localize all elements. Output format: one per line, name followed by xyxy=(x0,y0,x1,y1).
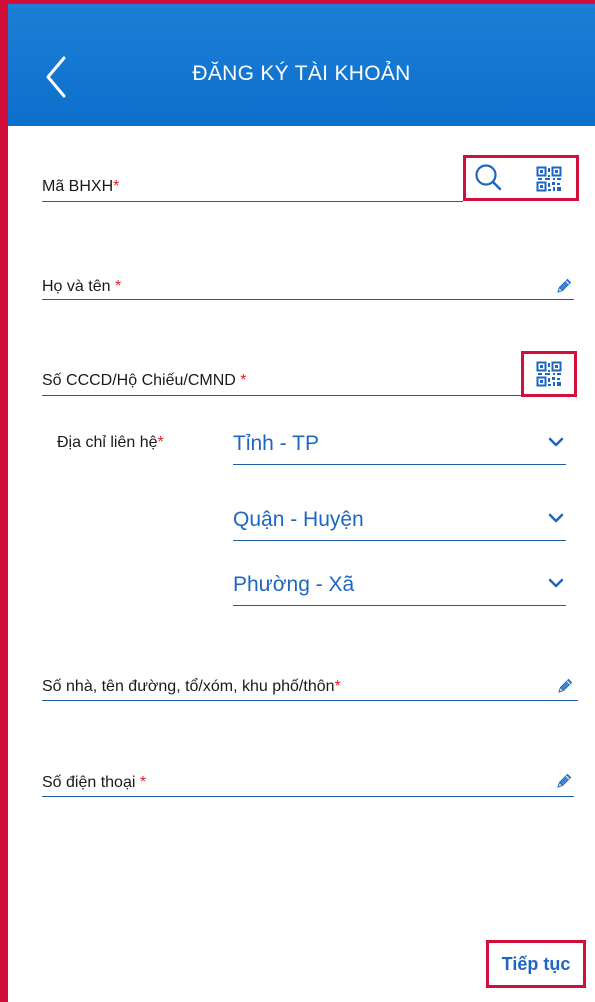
full-name-label: Họ và tên * xyxy=(42,278,122,295)
district-select-value: Quận - Huyện xyxy=(233,508,364,531)
chevron-down-icon xyxy=(548,437,564,447)
pencil-icon[interactable] xyxy=(555,772,573,790)
ward-select-value: Phường - Xã xyxy=(233,573,355,596)
pencil-icon[interactable] xyxy=(556,677,574,695)
required-mark: * xyxy=(113,178,120,195)
chevron-down-icon xyxy=(548,513,564,523)
full-name-underline xyxy=(42,299,574,300)
required-mark: * xyxy=(114,278,122,295)
address-label: Địa chỉ liên hệ* xyxy=(57,434,164,451)
phone-label: Số điện thoại * xyxy=(42,774,147,791)
street-field[interactable]: Số nhà, tên đường, tổ/xóm, khu phố/thôn* xyxy=(42,656,580,706)
ward-underline xyxy=(233,605,566,606)
required-mark: * xyxy=(139,774,147,791)
bhxh-underline xyxy=(42,201,463,202)
district-select[interactable]: Quận - Huyện xyxy=(233,500,566,541)
search-icon[interactable] xyxy=(473,162,503,194)
full-name-field[interactable]: Họ và tên * xyxy=(42,254,580,304)
district-underline xyxy=(233,540,566,541)
required-mark: * xyxy=(157,434,164,451)
province-select[interactable]: Tỉnh - TP xyxy=(233,424,566,465)
bhxh-label: Mã BHXH* xyxy=(42,178,120,195)
province-select-value: Tỉnh - TP xyxy=(233,432,319,455)
highlight-frame-left xyxy=(0,0,8,1002)
street-underline xyxy=(42,700,578,701)
qr-code-icon[interactable] xyxy=(536,166,562,192)
required-mark: * xyxy=(334,678,341,695)
ward-select[interactable]: Phường - Xã xyxy=(233,565,566,606)
phone-field[interactable]: Số điện thoại * xyxy=(42,752,580,802)
required-mark: * xyxy=(240,372,247,389)
continue-button[interactable]: Tiếp tục xyxy=(486,940,586,988)
pencil-icon[interactable] xyxy=(555,277,573,295)
id-number-field[interactable]: Số CCCD/Hộ Chiếu/CMND * xyxy=(42,348,580,400)
app-header: ĐĂNG KÝ TÀI KHOẢN xyxy=(8,4,595,126)
qr-code-icon[interactable] xyxy=(536,361,562,387)
id-number-underline xyxy=(42,395,522,396)
page-title: ĐĂNG KÝ TÀI KHOẢN xyxy=(192,62,411,85)
street-label: Số nhà, tên đường, tổ/xóm, khu phố/thôn* xyxy=(42,678,341,695)
continue-button-label: Tiếp tục xyxy=(501,954,571,974)
phone-underline xyxy=(42,796,574,797)
id-number-label: Số CCCD/Hộ Chiếu/CMND * xyxy=(42,372,247,389)
province-underline xyxy=(233,464,566,465)
chevron-down-icon xyxy=(548,578,564,588)
